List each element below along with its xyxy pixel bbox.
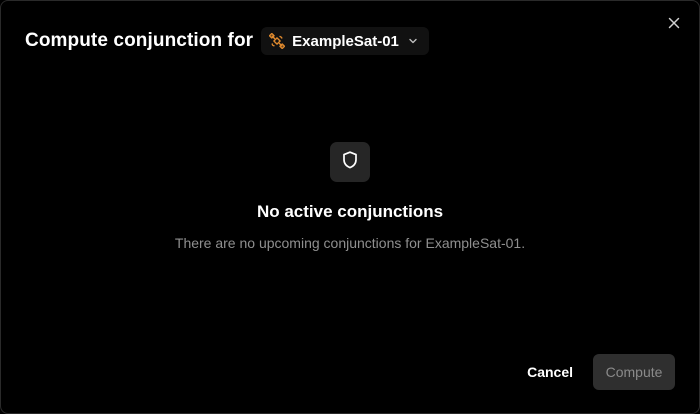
shield-icon [340, 150, 360, 175]
dialog-header: Compute conjunction for ExampleSat-01 [25, 27, 429, 55]
close-button[interactable] [665, 16, 683, 34]
empty-state-title: No active conjunctions [256, 202, 444, 221]
satellite-select[interactable]: ExampleSat-01 [261, 27, 429, 55]
shield-icon-container [330, 142, 370, 182]
dialog-footer: Cancel Compute [515, 354, 675, 390]
satellite-select-value: ExampleSat-01 [292, 32, 399, 50]
empty-state-description: There are no upcoming conjunctions for E… [174, 235, 526, 251]
compute-button[interactable]: Compute [593, 354, 675, 390]
compute-conjunction-dialog: Compute conjunction for ExampleSat-01 No… [0, 0, 700, 414]
dialog-title: Compute conjunction for [25, 30, 254, 51]
chevron-down-icon [407, 35, 419, 47]
satellite-icon [269, 33, 286, 49]
close-icon [668, 16, 680, 34]
empty-state: No active conjunctions There are no upco… [1, 142, 699, 251]
cancel-button[interactable]: Cancel [515, 354, 585, 390]
